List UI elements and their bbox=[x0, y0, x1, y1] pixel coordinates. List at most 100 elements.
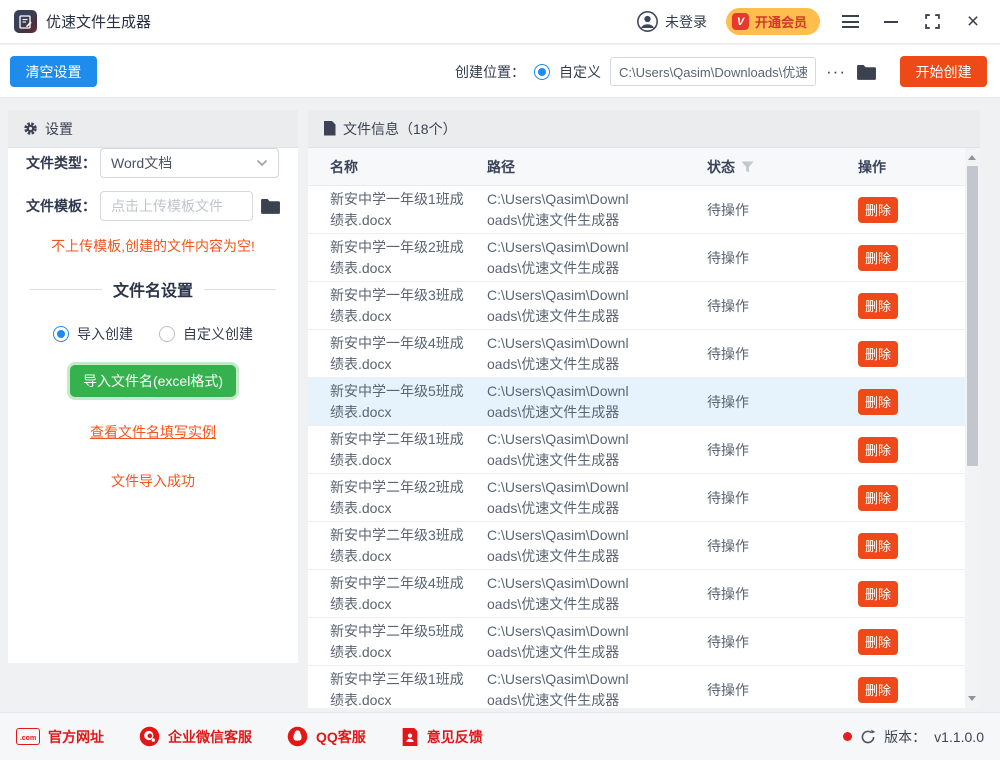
custom-create-label: 自定义创建 bbox=[183, 326, 253, 342]
feedback-link[interactable]: 意见反馈 bbox=[401, 727, 483, 747]
browse-more-button[interactable]: ··· bbox=[825, 62, 847, 82]
menu-button[interactable] bbox=[839, 10, 861, 34]
file-name: 新安中学一年级3班成绩表.docx bbox=[330, 286, 464, 324]
file-name: 新安中学二年级4班成绩表.docx bbox=[330, 574, 464, 612]
file-path: C:\Users\Qasim\Downloads\优速文件生成器 bbox=[487, 430, 629, 468]
scrollbar-thumb[interactable] bbox=[967, 166, 978, 466]
file-path: C:\Users\Qasim\Downloads\优速文件生成器 bbox=[487, 286, 629, 324]
fullscreen-icon bbox=[924, 14, 940, 29]
file-path: C:\Users\Qasim\Downloads\优速文件生成器 bbox=[487, 670, 629, 708]
custom-location-label: 自定义 bbox=[559, 63, 602, 80]
table-row[interactable]: 新安中学二年级1班成绩表.docx C:\Users\Qasim\Downloa… bbox=[308, 426, 980, 474]
vip-upgrade-button[interactable]: V 开通会员 bbox=[725, 8, 820, 35]
table-row[interactable]: 新安中学二年级5班成绩表.docx C:\Users\Qasim\Downloa… bbox=[308, 618, 980, 666]
file-table-body: 新安中学一年级1班成绩表.docx C:\Users\Qasim\Downloa… bbox=[308, 186, 980, 708]
folder-icon bbox=[857, 64, 876, 80]
app-logo-icon bbox=[14, 10, 37, 33]
close-button[interactable]: × bbox=[962, 10, 984, 34]
scroll-down-arrow-icon[interactable] bbox=[968, 696, 976, 701]
version-value: v1.1.0.0 bbox=[934, 728, 984, 745]
table-row[interactable]: 新安中学一年级2班成绩表.docx C:\Users\Qasim\Downloa… bbox=[308, 234, 980, 282]
file-name: 新安中学二年级3班成绩表.docx bbox=[330, 526, 464, 564]
custom-location-radio[interactable] bbox=[534, 63, 551, 80]
account-area[interactable]: 未登录 bbox=[637, 11, 707, 32]
delete-button[interactable]: 删除 bbox=[858, 580, 898, 607]
chevron-down-icon bbox=[256, 159, 268, 167]
table-row[interactable]: 新安中学一年级1班成绩表.docx C:\Users\Qasim\Downloa… bbox=[308, 186, 980, 234]
maximize-button[interactable] bbox=[921, 10, 943, 34]
delete-button[interactable]: 删除 bbox=[858, 484, 898, 511]
file-name: 新安中学一年级1班成绩表.docx bbox=[330, 190, 464, 228]
official-website-link[interactable]: .com 官方网址 bbox=[16, 727, 104, 747]
file-status: 待操作 bbox=[707, 345, 749, 362]
table-row[interactable]: 新安中学二年级2班成绩表.docx C:\Users\Qasim\Downloa… bbox=[308, 474, 980, 522]
table-header: 名称 路径 状态 操作 bbox=[308, 148, 980, 186]
delete-button[interactable]: 删除 bbox=[858, 436, 898, 463]
table-row[interactable]: 新安中学一年级5班成绩表.docx C:\Users\Qasim\Downloa… bbox=[308, 378, 980, 426]
gear-icon bbox=[24, 122, 37, 135]
file-name: 新安中学二年级1班成绩表.docx bbox=[330, 430, 464, 468]
filter-funnel-icon[interactable] bbox=[741, 161, 754, 173]
delete-button[interactable]: 删除 bbox=[858, 628, 898, 655]
file-name: 新安中学一年级5班成绩表.docx bbox=[330, 382, 464, 420]
import-status-message: 文件导入成功 bbox=[111, 473, 195, 489]
feedback-icon bbox=[402, 727, 418, 746]
delete-button[interactable]: 删除 bbox=[858, 532, 898, 559]
import-create-radio[interactable] bbox=[53, 326, 69, 342]
template-browse-button[interactable] bbox=[260, 197, 281, 215]
file-status: 待操作 bbox=[707, 585, 749, 602]
version-label: 版本： bbox=[884, 728, 927, 745]
vip-button-label: 开通会员 bbox=[754, 15, 807, 30]
file-type-select[interactable]: Word文档 bbox=[100, 148, 279, 178]
file-path: C:\Users\Qasim\Downloads\优速文件生成器 bbox=[487, 526, 629, 564]
file-panel-title: 文件信息（18个） bbox=[343, 120, 457, 137]
scroll-up-arrow-icon[interactable] bbox=[968, 155, 976, 160]
qq-service-link[interactable]: QQ客服 bbox=[287, 726, 366, 747]
delete-button[interactable]: 删除 bbox=[858, 388, 898, 415]
table-row[interactable]: 新安中学二年级3班成绩表.docx C:\Users\Qasim\Downloa… bbox=[308, 522, 980, 570]
open-folder-button[interactable] bbox=[856, 63, 877, 81]
template-warning-text: 不上传模板,创建的文件内容为空! bbox=[51, 238, 255, 254]
file-status: 待操作 bbox=[707, 681, 749, 698]
file-name: 新安中学二年级5班成绩表.docx bbox=[330, 622, 464, 660]
table-row[interactable]: 新安中学二年级4班成绩表.docx C:\Users\Qasim\Downloa… bbox=[308, 570, 980, 618]
table-row[interactable]: 新安中学一年级3班成绩表.docx C:\Users\Qasim\Downloa… bbox=[308, 282, 980, 330]
clear-settings-button[interactable]: 清空设置 bbox=[10, 56, 97, 87]
file-path: C:\Users\Qasim\Downloads\优速文件生成器 bbox=[487, 382, 629, 420]
file-path: C:\Users\Qasim\Downloads\优速文件生成器 bbox=[487, 478, 629, 516]
import-filenames-button[interactable]: 导入文件名(excel格式) bbox=[70, 365, 236, 397]
delete-button[interactable]: 删除 bbox=[858, 244, 898, 271]
settings-panel: 设置 文件类型： Word文档 文件模板： 点击上传模板文件 不上传模板,创建的… bbox=[8, 110, 298, 663]
vertical-scrollbar[interactable] bbox=[965, 148, 980, 708]
file-path: C:\Users\Qasim\Downloads\优速文件生成器 bbox=[487, 190, 629, 228]
delete-button[interactable]: 删除 bbox=[858, 292, 898, 319]
table-row[interactable]: 新安中学三年级1班成绩表.docx C:\Users\Qasim\Downloa… bbox=[308, 666, 980, 708]
app-title: 优速文件生成器 bbox=[46, 14, 152, 31]
feedback-label: 意见反馈 bbox=[426, 728, 483, 745]
refresh-icon[interactable] bbox=[860, 729, 876, 745]
delete-button[interactable]: 删除 bbox=[858, 340, 898, 367]
file-type-label: 文件类型： bbox=[26, 155, 96, 171]
document-icon bbox=[324, 121, 336, 136]
file-path: C:\Users\Qasim\Downloads\优速文件生成器 bbox=[487, 238, 629, 276]
template-upload-input[interactable]: 点击上传模板文件 bbox=[100, 191, 253, 221]
file-status: 待操作 bbox=[707, 489, 749, 506]
file-status: 待操作 bbox=[707, 633, 749, 650]
file-path: C:\Users\Qasim\Downloads\优速文件生成器 bbox=[487, 574, 629, 612]
table-row[interactable]: 新安中学一年级4班成绩表.docx C:\Users\Qasim\Downloa… bbox=[308, 330, 980, 378]
delete-button[interactable]: 删除 bbox=[858, 676, 898, 703]
delete-button[interactable]: 删除 bbox=[858, 196, 898, 223]
filename-example-link[interactable]: 查看文件名填写实例 bbox=[8, 422, 298, 442]
custom-create-radio[interactable] bbox=[159, 326, 175, 342]
official-website-label: 官方网址 bbox=[48, 728, 104, 745]
output-path-input[interactable] bbox=[610, 57, 817, 86]
file-status: 待操作 bbox=[707, 297, 749, 314]
footer: .com 官方网址 企业微信客服 QQ客服 意见反馈 版本： v1.1.0.0 bbox=[0, 712, 1000, 760]
file-path: C:\Users\Qasim\Downloads\优速文件生成器 bbox=[487, 622, 629, 660]
wechat-service-link[interactable]: 企业微信客服 bbox=[139, 726, 252, 747]
start-create-button[interactable]: 开始创建 bbox=[900, 56, 987, 87]
create-location-label: 创建位置： bbox=[455, 63, 526, 80]
titlebar: 优速文件生成器 未登录 V 开通会员 × bbox=[0, 0, 1000, 44]
vip-badge-icon: V bbox=[731, 13, 749, 30]
minimize-button[interactable] bbox=[880, 10, 902, 34]
